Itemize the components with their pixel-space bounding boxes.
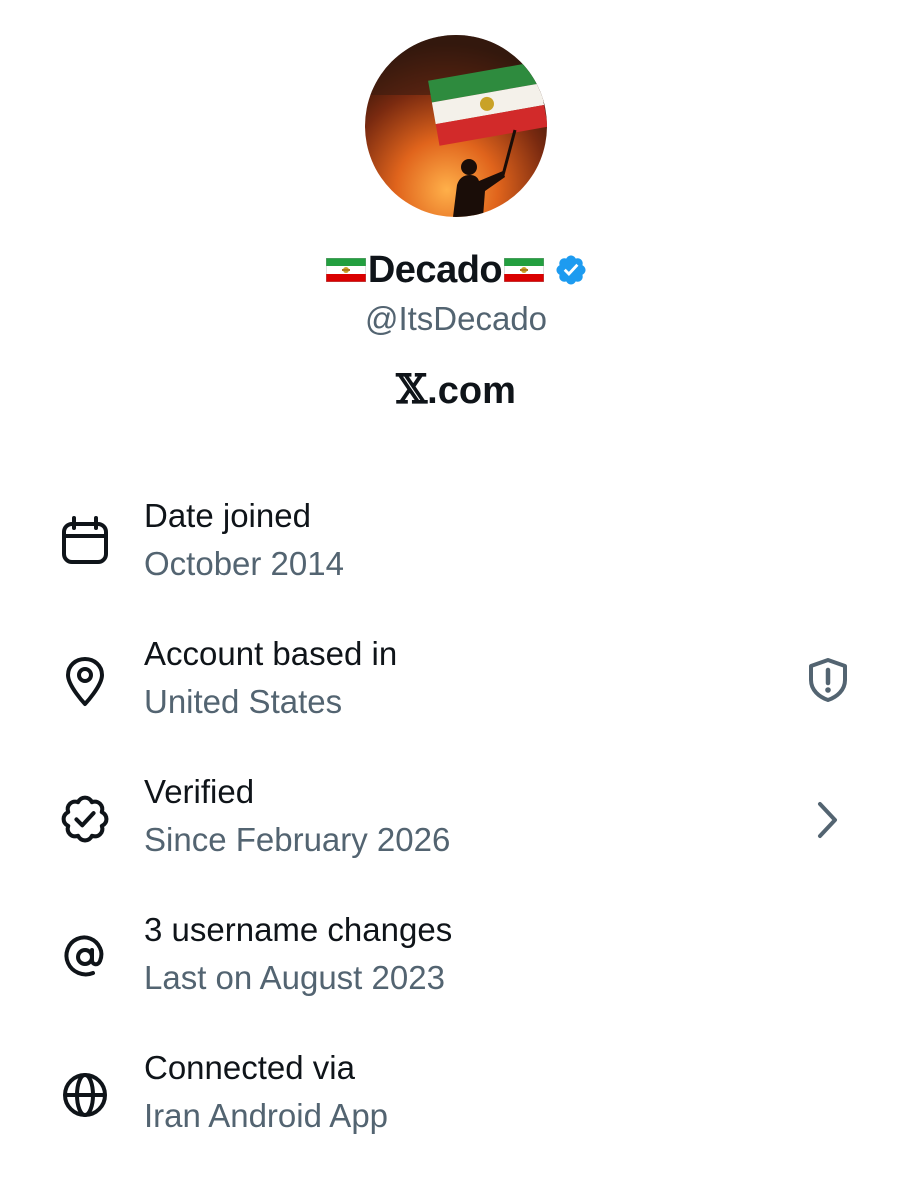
- iran-flag-icon: [504, 258, 545, 282]
- detail-value: Since February 2026: [144, 821, 451, 858]
- detail-row-connected-via: Connected via Iran Android App: [0, 1046, 912, 1166]
- calendar-icon: [58, 514, 112, 568]
- detail-row-verified[interactable]: Verified Since February 2026: [0, 770, 912, 890]
- avatar-image: [365, 35, 547, 217]
- detail-row-username-changes: 3 username changes Last on August 2023: [0, 908, 912, 1028]
- detail-value: Iran Android App: [144, 1097, 389, 1134]
- at-sign-icon: [58, 930, 112, 984]
- detail-title: Date joined: [144, 497, 311, 534]
- iran-flag-icon: [325, 258, 366, 282]
- globe-icon: [58, 1068, 112, 1122]
- detail-title: Connected via: [144, 1049, 355, 1086]
- shield-alert-icon[interactable]: [804, 656, 852, 704]
- display-name-row: Decado: [0, 246, 912, 294]
- profile-avatar[interactable]: [365, 35, 547, 217]
- x-logo: 𝕏: [396, 366, 428, 413]
- detail-value: United States: [144, 683, 343, 720]
- verified-badge-outline-icon: [58, 792, 112, 846]
- detail-value: October 2014: [144, 545, 344, 582]
- detail-value: Last on August 2023: [144, 959, 445, 996]
- detail-title: Account based in: [144, 635, 398, 672]
- location-pin-icon: [58, 654, 112, 708]
- detail-row-account-based-in: Account based in United States: [0, 632, 912, 752]
- detail-title: Verified: [144, 773, 255, 810]
- profile-handle: @ItsDecado: [364, 300, 548, 337]
- brand-domain-suffix: .com: [427, 370, 516, 412]
- chevron-right-icon[interactable]: [804, 796, 852, 844]
- verified-badge-icon[interactable]: [554, 253, 588, 287]
- brand-domain: 𝕏.com: [0, 366, 912, 415]
- display-name: Decado: [367, 249, 503, 291]
- detail-row-date-joined: Date joined October 2014: [0, 494, 912, 614]
- detail-title: 3 username changes: [144, 911, 453, 948]
